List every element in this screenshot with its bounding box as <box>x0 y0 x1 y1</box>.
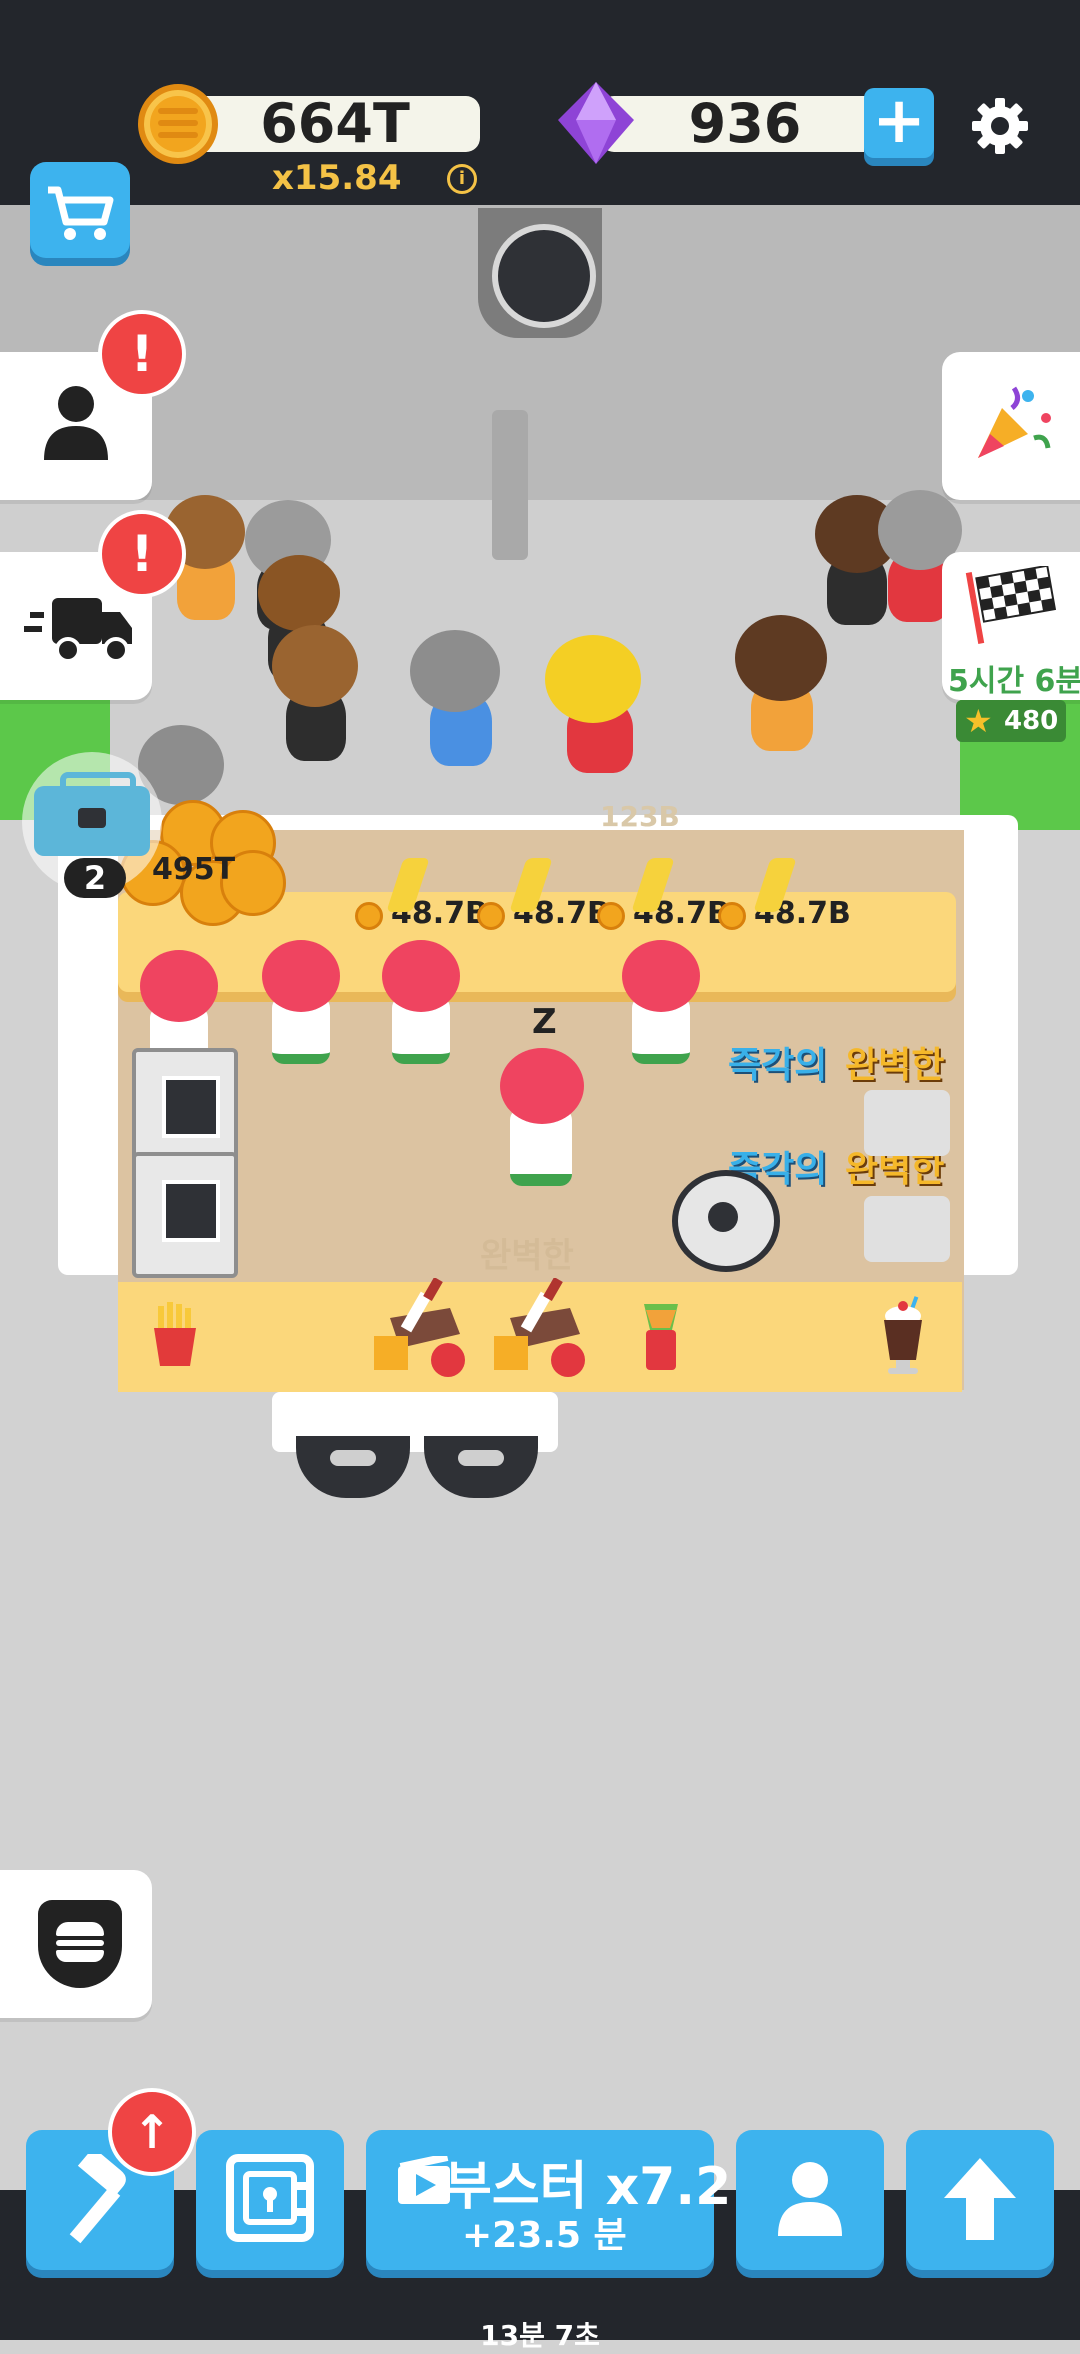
drink-machine[interactable] <box>864 1196 950 1262</box>
shop-cart-icon[interactable] <box>30 162 130 258</box>
toolbox-count: 2 <box>64 858 126 898</box>
info-icon[interactable]: i <box>447 164 477 194</box>
milkshake-icon <box>876 1296 930 1376</box>
burger-icon <box>38 1900 122 1988</box>
booster-button[interactable]: 부스터 x7.2 +23.5 분 <box>366 2130 731 2270</box>
gem-icon <box>556 80 636 166</box>
grill-station[interactable] <box>132 1152 238 1278</box>
person-icon <box>778 2162 842 2236</box>
upgrade-button[interactable] <box>906 2130 1054 2270</box>
pipe-opening <box>492 224 596 328</box>
faded-income: 123B <box>600 800 680 833</box>
safe-icon <box>226 2154 314 2242</box>
wrap-icon <box>636 1300 686 1372</box>
quality-label: 즉각의 <box>728 1045 828 1086</box>
faded-floor-text: 완벽한 <box>480 1236 574 1276</box>
drink-machine[interactable] <box>864 1090 950 1156</box>
sleep-indicator: Z <box>532 1002 557 1042</box>
person-icon <box>44 386 108 460</box>
income-multiplier: x15.84 <box>272 158 402 198</box>
fries-icon <box>150 1302 200 1368</box>
coin-counter: 664T <box>190 96 480 152</box>
quality-label: 완벽한 <box>845 1045 945 1086</box>
buy-gems-button[interactable]: + <box>864 88 934 158</box>
knife-cheese-icon <box>490 1276 610 1378</box>
race-button[interactable]: 5시간 6분 <box>942 552 1080 700</box>
star-icon: ★ <box>964 702 993 740</box>
menu-button[interactable] <box>0 1870 152 2018</box>
checkered-flag-icon <box>965 566 1057 644</box>
coin-icon <box>138 84 218 164</box>
arrow-up-icon <box>944 2158 1016 2240</box>
vault-button[interactable] <box>196 2130 344 2270</box>
build-alert-badge: ↑ <box>108 2088 196 2176</box>
event-button[interactable] <box>942 352 1080 500</box>
wheel <box>296 1436 410 1498</box>
knife-cheese-icon <box>370 1276 490 1378</box>
race-stars: ★ 480 <box>956 700 1066 742</box>
robot-vacuum[interactable] <box>672 1170 780 1272</box>
gem-amount: 936 <box>688 92 802 155</box>
price-tag: 48.7B <box>355 896 488 936</box>
gem-counter: 936 <box>600 96 890 152</box>
top-hud: 664T x15.84 i 936 + <box>0 0 1080 205</box>
plus-icon: + <box>872 84 926 158</box>
coin-pile-value: 495T <box>152 852 236 887</box>
road-post <box>492 410 528 560</box>
delivery-truck-icon <box>24 598 132 663</box>
price-tag: 48.7B <box>477 896 610 936</box>
wheel <box>424 1436 538 1498</box>
delivery-alert-badge: ! <box>98 510 186 598</box>
booster-duration: +23.5 분 <box>462 2215 627 2256</box>
party-popper-icon <box>978 386 1051 458</box>
settings-gear-icon[interactable] <box>968 94 1032 158</box>
staff-button[interactable] <box>736 2130 884 2270</box>
booster-timer: 13분 7초 <box>480 2319 600 2352</box>
race-timer: 5시간 6분 <box>948 664 1080 699</box>
profile-alert-badge: ! <box>98 310 186 398</box>
coin-amount: 664T <box>260 92 410 155</box>
